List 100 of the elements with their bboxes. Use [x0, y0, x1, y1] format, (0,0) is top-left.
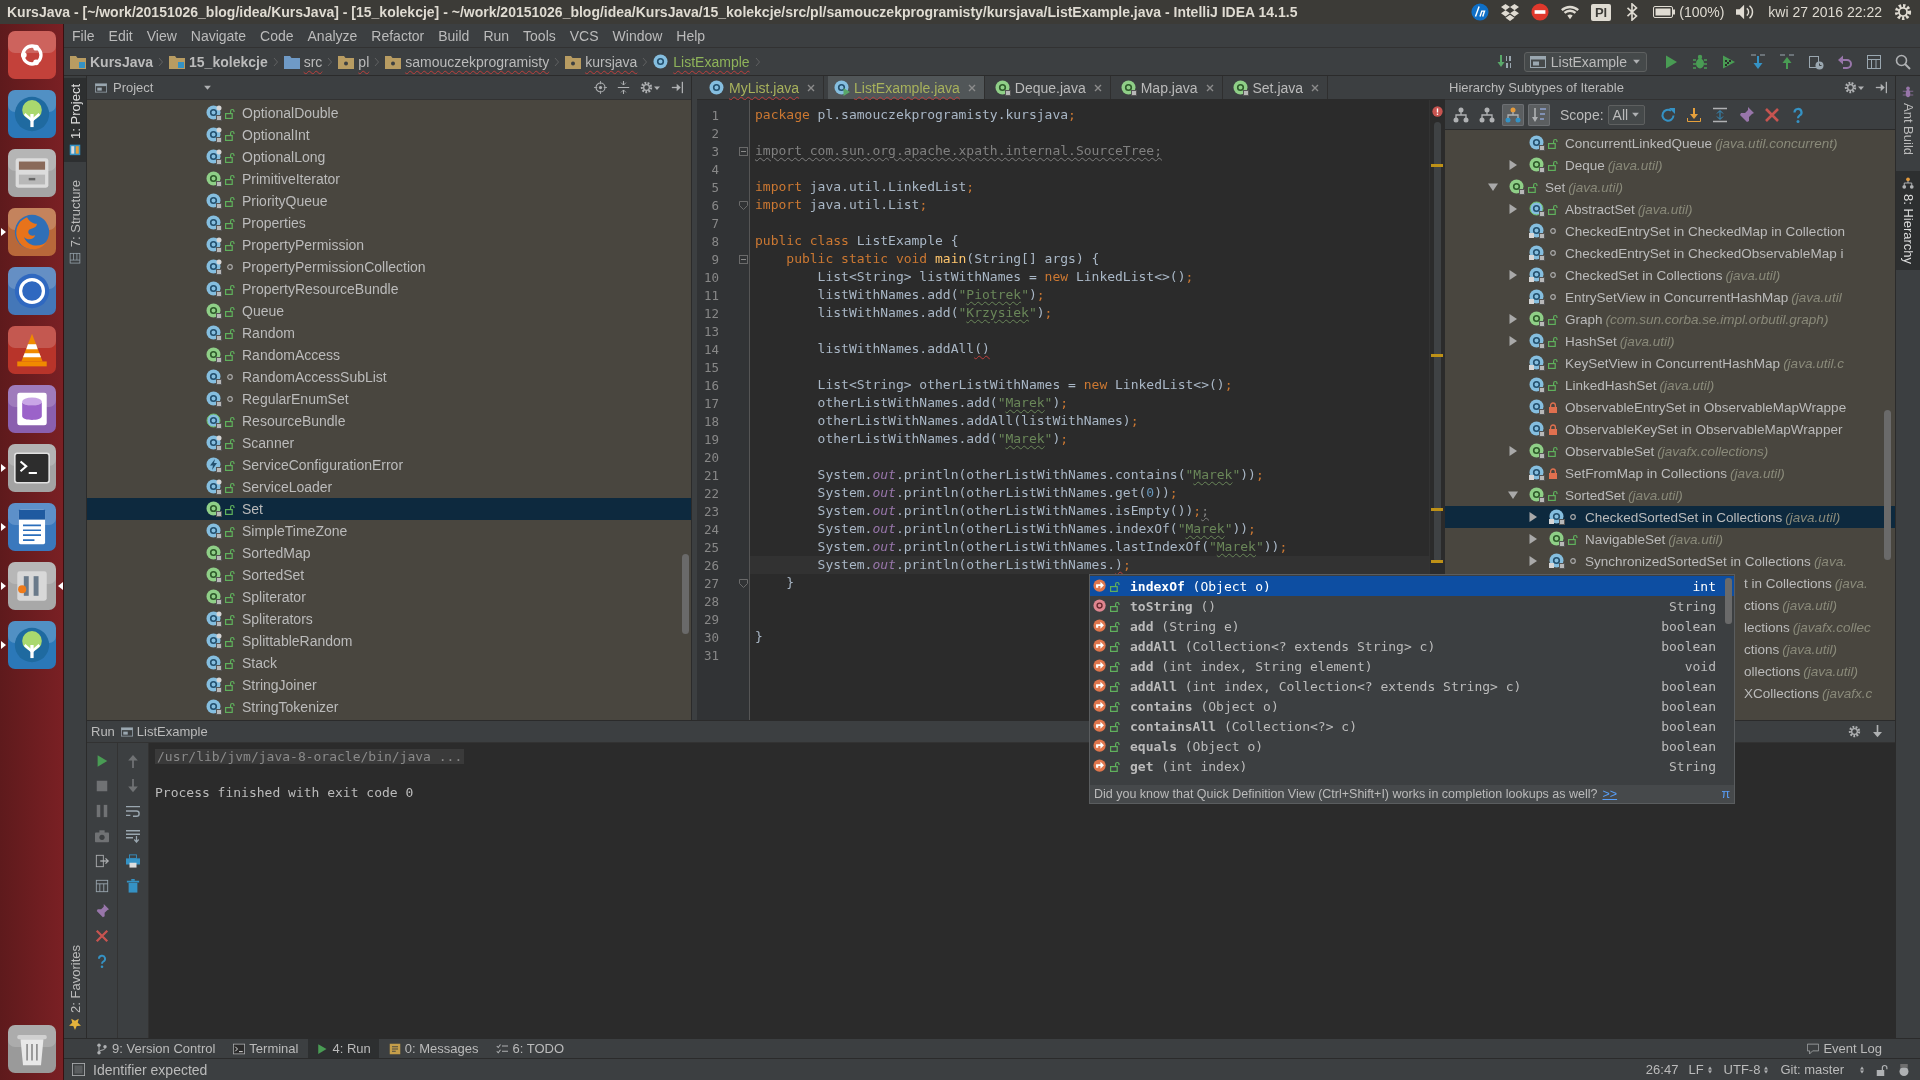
- tree-item[interactable]: StringTokenizer: [87, 696, 691, 718]
- fold-icon[interactable]: [739, 146, 748, 156]
- tree-item[interactable]: ServiceLoader: [87, 476, 691, 498]
- hint-link[interactable]: >>: [1602, 787, 1618, 801]
- tree-item[interactable]: RandomAccess: [87, 344, 691, 366]
- tree-item[interactable]: Properties: [87, 212, 691, 234]
- tree-item[interactable]: Spliterator: [87, 586, 691, 608]
- launcher-button[interactable]: [0, 561, 63, 611]
- tool-window-button[interactable]: Ant Build: [1896, 80, 1920, 162]
- fold-icon[interactable]: [739, 254, 748, 264]
- breadcrumb[interactable]: kursjava: [565, 51, 638, 72]
- breadcrumb[interactable]: pl: [338, 51, 370, 72]
- hierarchy-item[interactable]: SetFromMap in Collections (java.util): [1445, 462, 1895, 484]
- hierarchy-item[interactable]: ObservableSet (javafx.collections): [1445, 440, 1895, 462]
- hierarchy-item[interactable]: KeySetView in ConcurrentHashMap (java.util.c: [1445, 352, 1895, 374]
- completion-item[interactable]: get (int index) String: [1090, 756, 1734, 776]
- tree-item[interactable]: PropertyPermission: [87, 234, 691, 256]
- logo-icon[interactable]: [1470, 3, 1489, 21]
- hierarchy-item[interactable]: Deque (java.util): [1445, 154, 1895, 176]
- wifi-icon[interactable]: [1560, 3, 1579, 21]
- collapsed-arrow-icon[interactable]: [1508, 446, 1518, 456]
- completion-item[interactable]: indexOf (Object o) int: [1090, 576, 1734, 596]
- print-button[interactable]: [123, 851, 143, 871]
- hierarchy-item[interactable]: ObservableEntrySet in ObservableMapWrappe: [1445, 396, 1895, 418]
- tree-item[interactable]: PrimitiveIterator: [87, 168, 691, 190]
- keyboard-layout-indicator[interactable]: Pl: [1590, 3, 1612, 21]
- scrollbar-thumb[interactable]: [1434, 122, 1441, 562]
- expanded-arrow-icon[interactable]: [1508, 490, 1518, 500]
- close-icon[interactable]: [1093, 83, 1102, 92]
- close-icon[interactable]: [1205, 83, 1214, 92]
- collapsed-arrow-icon[interactable]: [1508, 160, 1518, 170]
- editor-tab[interactable]: ListExample.java: [828, 76, 985, 99]
- menu-item[interactable]: Navigate: [183, 25, 254, 46]
- breadcrumb[interactable]: ListExample: [653, 51, 750, 72]
- close-icon[interactable]: [807, 83, 816, 92]
- tree-item[interactable]: Spliterators: [87, 608, 691, 630]
- collapsed-arrow-icon[interactable]: [1508, 204, 1518, 214]
- breadcrumb[interactable]: samouczekprogramisty: [385, 51, 550, 72]
- close-icon[interactable]: [967, 83, 976, 92]
- menu-item[interactable]: Refactor: [364, 25, 432, 46]
- tool-window-button[interactable]: 8: Hierarchy: [1896, 171, 1920, 271]
- hierarchy-item[interactable]: ObservableKeySet in ObservableMapWrapper: [1445, 418, 1895, 440]
- menu-item[interactable]: Run: [476, 25, 517, 46]
- tree-item[interactable]: OptionalInt: [87, 124, 691, 146]
- run-tab[interactable]: ListExample: [120, 724, 208, 739]
- menu-item[interactable]: Analyze: [300, 25, 365, 46]
- completion-item[interactable]: containsAll (Collection<?> c) boolean: [1090, 716, 1734, 736]
- line-separator-widget[interactable]: LF: [1688, 1062, 1714, 1077]
- breadcrumb[interactable]: src: [283, 51, 323, 72]
- tool-window-button[interactable]: 4: Run: [308, 1039, 379, 1058]
- hierarchy-item[interactable]: CheckedEntrySet in CheckedMap in Collection: [1445, 220, 1895, 242]
- locate-button[interactable]: [591, 78, 610, 97]
- tree-item[interactable]: SortedMap: [87, 542, 691, 564]
- tree-item[interactable]: StringJoiner: [87, 674, 691, 696]
- tool-window-button[interactable]: 9: Version Control: [88, 1039, 224, 1058]
- completion-item[interactable]: add (String e) boolean: [1090, 616, 1734, 636]
- gear-icon[interactable]: [1894, 3, 1912, 21]
- menu-item[interactable]: Tools: [516, 25, 563, 46]
- menu-item[interactable]: View: [139, 25, 184, 46]
- collapsed-arrow-icon[interactable]: [1528, 534, 1538, 544]
- tree-item[interactable]: SimpleTimeZone: [87, 520, 691, 542]
- warning-marker[interactable]: [1431, 164, 1443, 167]
- encoding-widget[interactable]: UTF-8: [1723, 1062, 1771, 1077]
- tree-item[interactable]: PropertyPermissionCollection: [87, 256, 691, 278]
- clock[interactable]: kwi 27 2016 22:22: [1768, 4, 1882, 20]
- hierarchy-item[interactable]: CheckedSet in Collections (java.util): [1445, 264, 1895, 286]
- hierarchy-item[interactable]: SortedSet (java.util): [1445, 484, 1895, 506]
- collapsed-arrow-icon[interactable]: [1528, 556, 1538, 566]
- tool-window-button[interactable]: 1: Project: [64, 78, 86, 162]
- vcs-branch-widget[interactable]: Git: master: [1780, 1062, 1866, 1077]
- menu-item[interactable]: File: [65, 25, 102, 46]
- hierarchy-item[interactable]: NavigableSet (java.util): [1445, 528, 1895, 550]
- tree-item[interactable]: PriorityQueue: [87, 190, 691, 212]
- breadcrumb[interactable]: KursJava: [70, 51, 154, 72]
- completion-item[interactable]: toString () String: [1090, 596, 1734, 616]
- caret-position[interactable]: 26:47: [1645, 1062, 1679, 1077]
- tool-window-button[interactable]: Terminal: [225, 1039, 307, 1058]
- tool-window-button[interactable]: Event Log: [1799, 1039, 1890, 1058]
- no-entry-icon[interactable]: [1530, 3, 1549, 21]
- close-icon[interactable]: [1311, 83, 1320, 92]
- breadcrumb[interactable]: 15_kolekcje: [169, 51, 268, 72]
- menu-item[interactable]: VCS: [562, 25, 606, 46]
- diamonds-logo-icon[interactable]: [1500, 3, 1519, 21]
- subtypes-button[interactable]: [1502, 103, 1524, 126]
- tool-window-button[interactable]: 2: Favorites: [64, 939, 86, 1036]
- tree-item[interactable]: OptionalDouble: [87, 102, 691, 124]
- tree-item[interactable]: PropertyResourceBundle: [87, 278, 691, 300]
- fold-end-icon[interactable]: [739, 200, 748, 210]
- tree-item[interactable]: RandomAccessSubList: [87, 366, 691, 388]
- tree-item[interactable]: Random: [87, 322, 691, 344]
- tool-window-button[interactable]: 7: Structure: [64, 173, 86, 271]
- tree-item[interactable]: Queue: [87, 300, 691, 322]
- scrollbar-thumb[interactable]: [682, 554, 689, 634]
- warning-marker[interactable]: [1431, 560, 1443, 563]
- tree-item[interactable]: Set: [87, 498, 691, 520]
- collapsed-arrow-icon[interactable]: [1508, 270, 1518, 280]
- expanded-arrow-icon[interactable]: [1488, 182, 1498, 192]
- tool-window-button[interactable]: 0: Messages: [380, 1039, 487, 1058]
- hint-mark[interactable]: π: [1721, 787, 1730, 801]
- hierarchy-item[interactable]: CheckedEntrySet in CheckedObservableMap i: [1445, 242, 1895, 264]
